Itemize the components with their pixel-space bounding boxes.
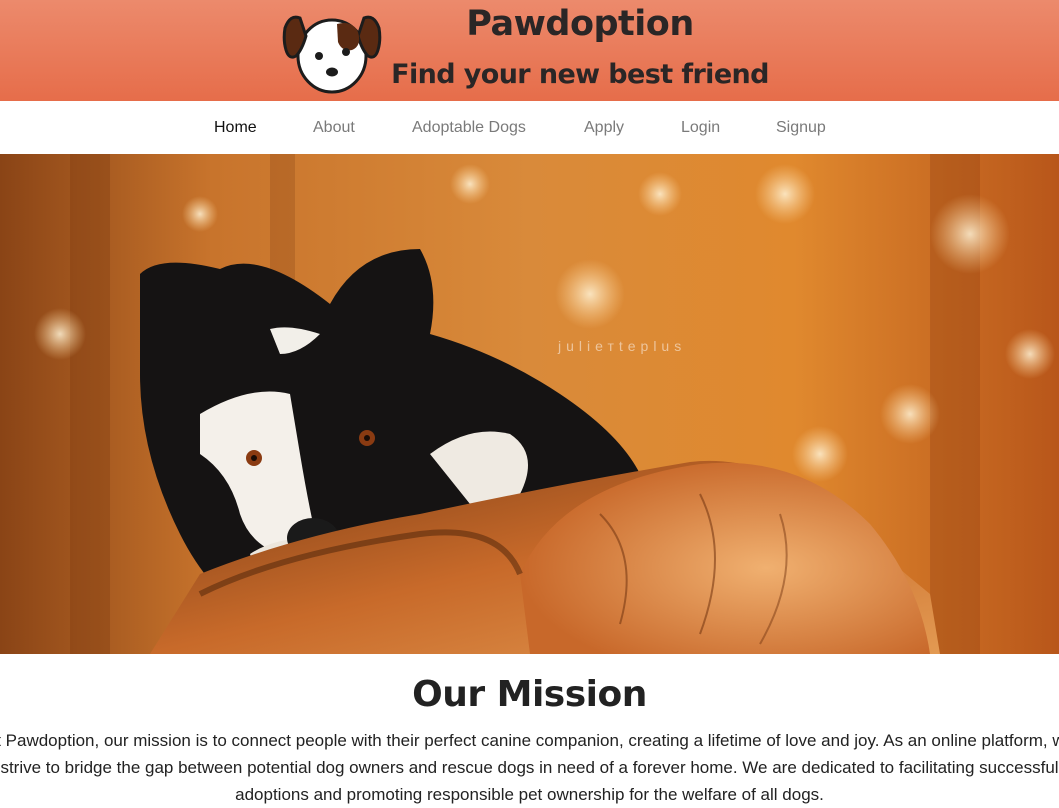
site-subtitle: Find your new best friend xyxy=(391,59,769,90)
site-header: Pawdoption Find your new best friend xyxy=(0,0,1059,101)
hero-photo: juliетteplus xyxy=(0,154,1059,654)
hero-watermark: juliетteplus xyxy=(557,338,686,354)
nav-item-signup[interactable]: Signup xyxy=(776,118,826,138)
mission-title: Our Mission xyxy=(412,674,647,715)
nav-item-login[interactable]: Login xyxy=(681,118,720,138)
main-nav: Home About Adoptable Dogs Apply Login Si… xyxy=(0,101,1059,154)
site-title: Pawdoption xyxy=(466,4,694,44)
nav-item-home[interactable]: Home xyxy=(214,118,257,138)
nav-item-adoptable-dogs[interactable]: Adoptable Dogs xyxy=(412,118,526,138)
dog-face-icon[interactable] xyxy=(282,6,382,94)
mission-text: At Pawdoption, our mission is to connect… xyxy=(0,731,1059,804)
nav-item-about[interactable]: About xyxy=(313,118,355,138)
nav-item-apply[interactable]: Apply xyxy=(584,118,624,138)
hero-image: juliетteplus xyxy=(0,154,1059,654)
